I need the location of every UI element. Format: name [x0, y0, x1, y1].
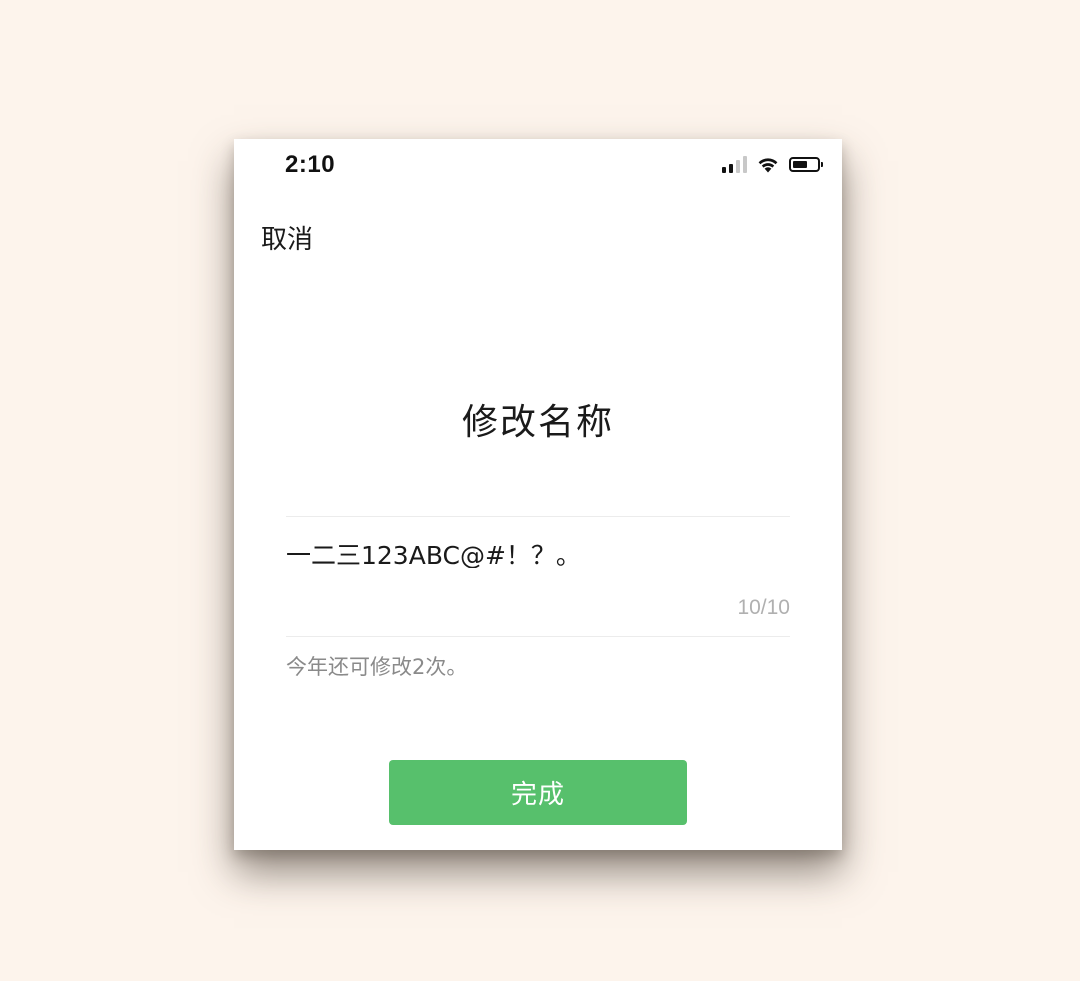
done-button[interactable]: 完成	[389, 760, 687, 825]
change-limit-hint: 今年还可修改2次。	[286, 655, 468, 679]
battery-icon	[789, 156, 823, 172]
cellular-signal-icon	[722, 155, 747, 173]
status-time: 2:10	[285, 151, 336, 178]
phone-screen: 2:10 取消 修改名称 10/10 今年还可修改2次。 完成	[234, 139, 842, 850]
status-icons	[722, 155, 823, 173]
character-counter: 10/10	[737, 596, 790, 619]
wifi-icon	[758, 157, 778, 172]
cancel-button[interactable]: 取消	[261, 219, 313, 256]
divider-top	[286, 516, 790, 517]
page-title: 修改名称	[461, 402, 614, 443]
divider-bottom	[286, 636, 790, 637]
name-input[interactable]	[286, 539, 790, 568]
